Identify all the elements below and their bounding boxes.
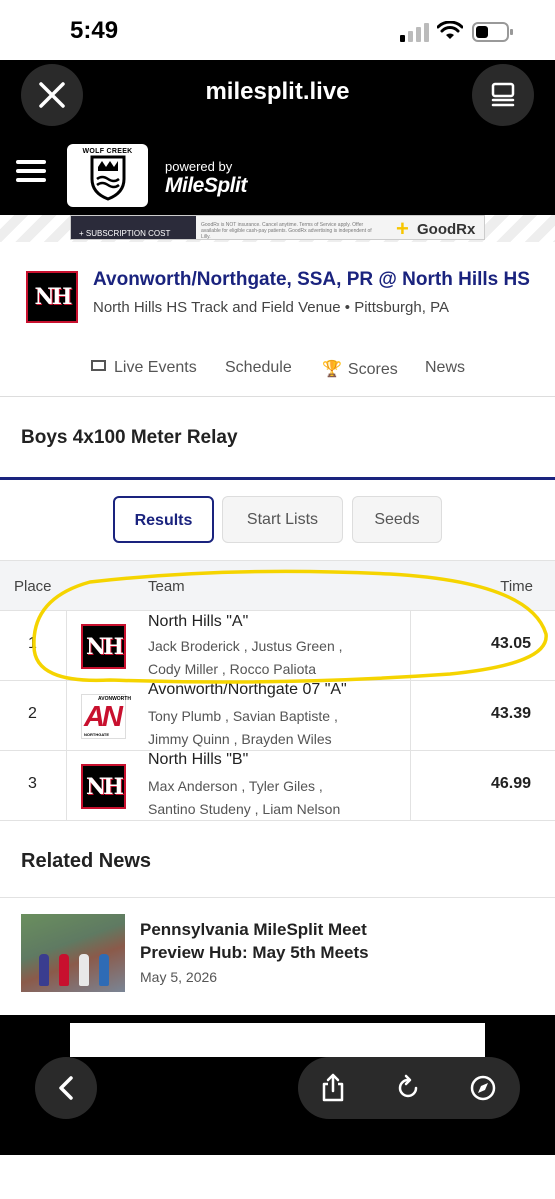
compass-icon[interactable] xyxy=(468,1073,498,1103)
tab-seeds[interactable]: Seeds xyxy=(352,496,442,543)
back-button[interactable] xyxy=(35,1057,97,1119)
team-logo: NH xyxy=(81,624,126,669)
event-title: Boys 4x100 Meter Relay xyxy=(21,427,238,448)
meet-logo: NH xyxy=(26,271,78,323)
runner-figure xyxy=(79,954,89,986)
tab-start-lists[interactable]: Start Lists xyxy=(222,496,343,543)
row-place: 1 xyxy=(28,635,37,652)
runner-figure xyxy=(39,954,49,986)
row-runners: Cody Miller , Rocco Paliota xyxy=(148,661,317,677)
divider xyxy=(0,897,555,898)
table-row[interactable]: 3 NH North Hills "B" Max Anderson , Tyle… xyxy=(0,751,555,821)
toolbar-pill xyxy=(298,1057,520,1119)
related-news-title: Related News xyxy=(21,850,152,872)
nav-news[interactable]: News xyxy=(425,359,465,377)
menu-line xyxy=(16,178,46,182)
meet-title[interactable]: Avonworth/Northgate, SSA, PR @ North Hil… xyxy=(93,269,530,291)
table-row[interactable]: 2 AVONWORTH AN NORTHGATE Avonworth/North… xyxy=(0,681,555,751)
home-indicator-area xyxy=(0,1155,555,1199)
bottom-ad-slot xyxy=(70,1023,485,1057)
row-team[interactable]: North Hills "B" xyxy=(148,751,248,769)
shield-icon xyxy=(90,155,125,201)
nav-schedule[interactable]: Schedule xyxy=(225,359,292,377)
row-team[interactable]: North Hills "A" xyxy=(148,613,248,631)
powered-by-text: powered by xyxy=(165,159,233,174)
row-runners: Tony Plumb , Savian Baptiste , xyxy=(148,708,338,724)
status-bar: 5:49 xyxy=(0,0,555,60)
reload-icon[interactable] xyxy=(393,1073,423,1103)
tab-results[interactable]: Results xyxy=(113,496,214,543)
table-row[interactable]: 1 NH North Hills "A" Jack Broderick , Ju… xyxy=(0,611,555,681)
ad-price: + SUBSCRIPTION COST xyxy=(71,216,196,239)
row-runners: Max Anderson , Tyler Giles , xyxy=(148,778,323,794)
row-place: 3 xyxy=(28,775,37,792)
results-table: Place Team Time 1 NH North Hills "A" Jac… xyxy=(0,560,555,821)
row-runners: Santino Studeny , Liam Nelson xyxy=(148,801,341,817)
live-clock-icon xyxy=(91,360,106,371)
news-date: May 5, 2026 xyxy=(140,969,218,985)
runner-figure xyxy=(59,954,69,986)
tabs-button[interactable] xyxy=(472,64,534,126)
row-time: 43.05 xyxy=(490,635,531,652)
row-time: 46.99 xyxy=(490,775,531,792)
wolf-creek-logo[interactable]: WOLF CREEK xyxy=(67,144,148,207)
hamburger-menu-button[interactable] xyxy=(16,160,46,186)
row-place: 2 xyxy=(28,705,37,722)
an-logo-bottom: NORTHGATE xyxy=(84,732,110,737)
menu-line xyxy=(16,169,46,173)
trophy-icon: 🏆 xyxy=(322,361,342,378)
runner-figure xyxy=(99,954,109,986)
news-title[interactable]: Pennsylvania MileSplit Meet xyxy=(140,920,367,940)
nav-scores[interactable]: 🏆 Scores xyxy=(322,359,398,379)
advertisement-banner[interactable]: + SUBSCRIPTION COST GoodRx is NOT insura… xyxy=(70,215,485,240)
tabs-icon xyxy=(491,82,515,107)
header-place: Place xyxy=(14,578,52,595)
row-runners: Jimmy Quinn , Brayden Wiles xyxy=(148,731,332,747)
table-header: Place Team Time xyxy=(0,561,555,611)
row-time: 43.39 xyxy=(490,705,531,722)
nav-live-events[interactable]: Live Events xyxy=(91,359,197,377)
goodrx-plus-icon: + xyxy=(396,216,409,240)
an-logo-mark: AN xyxy=(84,701,123,733)
wifi-icon xyxy=(437,21,463,39)
team-logo: AVONWORTH AN NORTHGATE xyxy=(81,694,131,739)
status-time: 5:49 xyxy=(70,17,119,44)
news-title[interactable]: Preview Hub: May 5th Meets xyxy=(140,943,369,963)
share-icon[interactable] xyxy=(318,1073,348,1103)
signal-icon xyxy=(400,23,429,42)
chevron-left-icon xyxy=(59,1076,73,1100)
header-time: Time xyxy=(500,578,533,595)
menu-line xyxy=(16,160,46,164)
event-tabs: Results Start Lists Seeds xyxy=(0,480,555,560)
milesplit-brand[interactable]: MileSplit xyxy=(165,174,247,198)
row-team[interactable]: Avonworth/Northgate 07 "A" xyxy=(148,681,347,699)
row-runners: Jack Broderick , Justus Green , xyxy=(148,638,343,654)
meet-venue: North Hills HS Track and Field Venue • P… xyxy=(93,299,449,316)
ad-fine-print: GoodRx is NOT insurance. Cancel anytime.… xyxy=(201,222,372,240)
browser-bottom-bar xyxy=(0,1015,555,1155)
ad-brand: GoodRx xyxy=(417,221,476,238)
meet-header: NH Avonworth/Northgate, SSA, PR @ North … xyxy=(0,242,555,397)
battery-icon xyxy=(472,22,513,42)
team-logo: NH xyxy=(81,764,126,809)
wolf-creek-logo-text: WOLF CREEK xyxy=(82,148,133,155)
header-team: Team xyxy=(148,578,185,595)
browser-top-bar: milesplit.live WOLF CREEK powered by Mil… xyxy=(0,60,555,215)
ad-price-text: + SUBSCRIPTION COST xyxy=(79,229,171,238)
news-thumbnail[interactable] xyxy=(21,914,125,992)
